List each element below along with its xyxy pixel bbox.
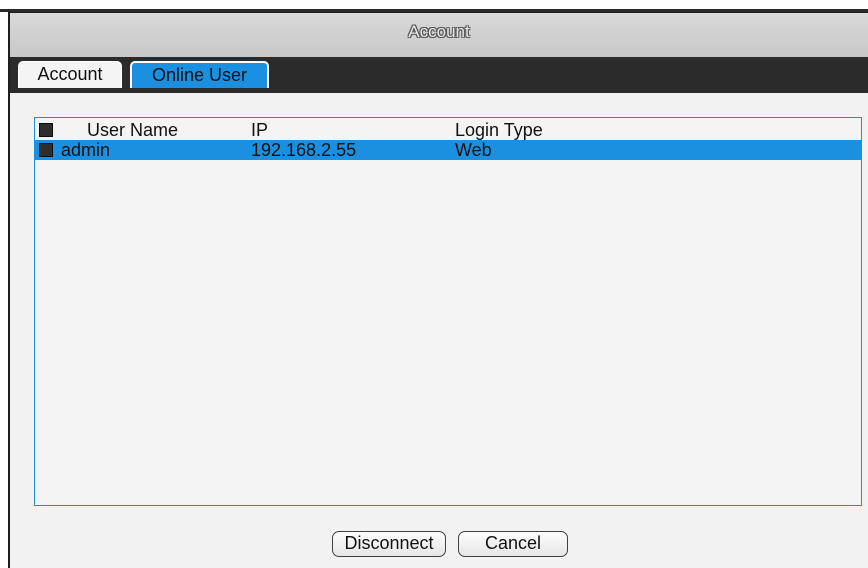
tab-content: User Name IP Login Type admin 192.168.2.… [10, 93, 868, 568]
title-bar[interactable]: Account [10, 13, 868, 58]
top-strip [0, 0, 868, 12]
cancel-button[interactable]: Cancel [458, 531, 568, 557]
account-dialog: Account Account Online User User Name IP… [8, 12, 868, 568]
table-row[interactable]: admin 192.168.2.55 Web [35, 140, 861, 160]
tab-account[interactable]: Account [18, 61, 122, 88]
dialog-title: Account [408, 22, 470, 41]
select-all-checkbox[interactable] [39, 123, 53, 137]
row-checkbox[interactable] [39, 143, 53, 157]
table-header-row: User Name IP Login Type [35, 120, 861, 140]
cell-ip: 192.168.2.55 [251, 140, 357, 160]
cell-login-type: Web [455, 140, 492, 160]
tab-online-user[interactable]: Online User [130, 61, 269, 88]
header-login-type: Login Type [455, 120, 543, 140]
header-ip: IP [251, 120, 269, 140]
online-user-list[interactable]: User Name IP Login Type admin 192.168.2.… [34, 117, 862, 506]
cell-user-name: admin [61, 140, 111, 160]
header-user-name: User Name [87, 120, 179, 140]
disconnect-button[interactable]: Disconnect [332, 531, 446, 557]
